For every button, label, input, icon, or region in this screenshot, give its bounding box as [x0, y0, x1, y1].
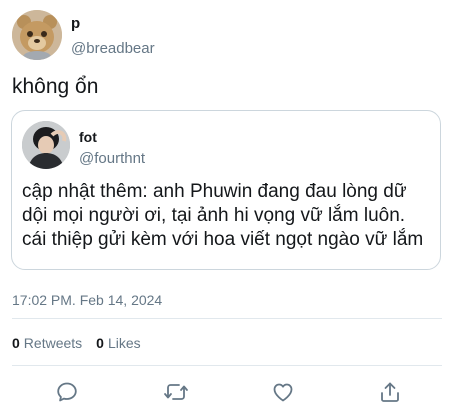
- quoted-tweet[interactable]: fot @fourthnt cập nhật thêm: anh Phuwin …: [11, 110, 441, 270]
- quoted-text: cập nhật thêm: anh Phuwin đang đau lòng …: [22, 181, 424, 250]
- likes-label: Likes: [107, 335, 141, 351]
- tweet-timestamp[interactable]: 17:02 PM. Feb 14, 2024: [12, 291, 162, 309]
- retweet-icon: [164, 384, 188, 400]
- heart-icon: [273, 383, 293, 402]
- engagement-stats: 0 Retweets 0 Likes: [12, 334, 155, 352]
- bear-plush-avatar-icon: [12, 10, 62, 60]
- quoted-author-avatar[interactable]: [22, 121, 70, 169]
- quoted-handle[interactable]: @fourthnt: [79, 150, 145, 168]
- divider: [12, 318, 442, 319]
- retweets-count: 0: [12, 335, 20, 351]
- share-button[interactable]: [375, 377, 405, 407]
- divider: [12, 365, 442, 366]
- author-avatar[interactable]: [12, 10, 62, 60]
- author-display-name[interactable]: p: [71, 15, 80, 33]
- likes-count: 0: [96, 335, 104, 351]
- tweet-card: p @breadbear không ổn fot @fourthnt cập …: [0, 0, 454, 418]
- retweet-button[interactable]: [161, 377, 191, 407]
- tweet-text: không ổn: [12, 75, 99, 98]
- share-icon: [381, 382, 399, 402]
- quoted-display-name[interactable]: fot: [79, 129, 97, 145]
- person-avatar-icon: [22, 121, 70, 169]
- likes-stat[interactable]: 0 Likes: [96, 334, 140, 352]
- retweets-stat[interactable]: 0 Retweets: [12, 334, 82, 352]
- reply-button[interactable]: [52, 377, 82, 407]
- reply-icon: [57, 382, 77, 402]
- author-handle[interactable]: @breadbear: [71, 40, 155, 58]
- like-button[interactable]: [268, 377, 298, 407]
- retweets-label: Retweets: [23, 335, 83, 351]
- action-bar: [0, 375, 454, 409]
